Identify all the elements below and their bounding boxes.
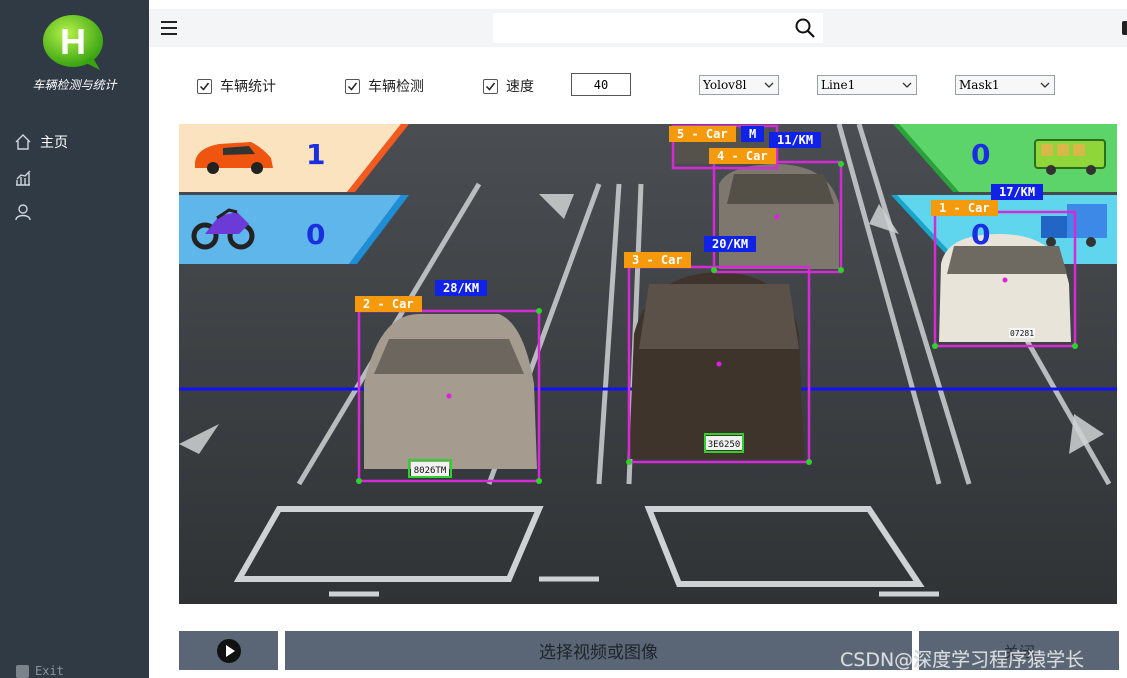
nav-statistics[interactable] <box>14 165 134 191</box>
truck-count: 0 <box>971 218 991 251</box>
nav-user[interactable] <box>14 199 134 225</box>
speed-label: 速度 <box>506 79 534 95</box>
search-input[interactable] <box>493 13 823 43</box>
play-button[interactable] <box>179 631 278 670</box>
svg-text:8026TM: 8026TM <box>414 466 447 476</box>
mask-select-value: Mask1 <box>959 78 1000 92</box>
chevron-down-icon <box>902 82 912 88</box>
vehicle-count-checkbox[interactable]: 车辆统计 <box>197 76 276 96</box>
svg-text:3E6250: 3E6250 <box>708 440 741 450</box>
model-select-value: Yolov8l <box>703 78 747 92</box>
speed-threshold-input[interactable] <box>571 73 631 96</box>
exit-button[interactable]: Exit <box>16 664 64 678</box>
watermark: CSDN@深度学习程序猿学长 <box>840 649 1085 671</box>
bus-count: 0 <box>971 138 991 171</box>
speed-checkbox[interactable]: 速度 <box>483 76 534 96</box>
car-3 <box>629 272 804 459</box>
logo-caption: 车辆检测与统计 <box>32 78 117 92</box>
detection-class-label: 2 - Car <box>355 296 422 312</box>
select-media-button[interactable]: 选择视频或图像 <box>285 631 912 670</box>
detection-speed-label: 17/KM <box>991 184 1044 200</box>
chevron-down-icon <box>764 82 774 88</box>
detection-speed-label: 20/KM <box>704 236 757 252</box>
search-icon[interactable] <box>794 17 816 39</box>
detection-class-label: 3 - Car <box>624 252 691 268</box>
road-scene: 8026TM 3E6250 07281 <box>179 124 1117 604</box>
hamburger-icon[interactable] <box>161 21 177 35</box>
model-select[interactable]: Yolov8l <box>699 75 779 95</box>
nav-home-label: 主页 <box>40 135 68 151</box>
chevron-down-icon <box>1040 82 1050 88</box>
detection-speed-label: 11/KM <box>769 132 822 148</box>
chart-icon <box>16 170 31 186</box>
motorcycle-count: 0 <box>306 218 326 251</box>
checkbox-icon <box>345 78 360 94</box>
play-icon <box>216 638 241 663</box>
detection-class-label: 4 - Car <box>709 148 776 164</box>
top-bar <box>149 9 1127 47</box>
user-icon <box>15 204 31 221</box>
home-icon <box>15 134 31 150</box>
line-select-value: Line1 <box>821 78 856 92</box>
detection-class-label: 1 - Car <box>931 200 998 216</box>
app-logo: H <box>43 15 103 70</box>
sidebar: H 车辆检测与统计 主页 Exit <box>0 0 149 678</box>
detection-speed-label: 28/KM <box>435 280 488 296</box>
detection-speed-label: M <box>741 126 765 142</box>
checkbox-icon <box>197 78 212 94</box>
car-count: 1 <box>306 138 326 171</box>
vehicle-count-label: 车辆统计 <box>220 79 276 95</box>
vehicle-detect-label: 车辆检测 <box>368 79 424 95</box>
detection-class-label: 5 - Car <box>669 126 736 142</box>
vehicle-detect-checkbox[interactable]: 车辆检测 <box>345 76 424 96</box>
car-1 <box>939 234 1071 342</box>
mask-select[interactable]: Mask1 <box>955 75 1055 95</box>
nav-home[interactable]: 主页 <box>14 129 134 155</box>
checkbox-icon <box>483 78 498 94</box>
line-select[interactable]: Line1 <box>817 75 917 95</box>
svg-text:07281: 07281 <box>1010 329 1034 338</box>
exit-label: Exit <box>35 664 64 678</box>
svg-text:H: H <box>60 21 86 62</box>
exit-icon <box>16 664 29 678</box>
window-edge-icon <box>1122 21 1127 35</box>
video-display: 8026TM 3E6250 07281 1 0 0 0 1 - Car 17/K… <box>179 124 1117 604</box>
